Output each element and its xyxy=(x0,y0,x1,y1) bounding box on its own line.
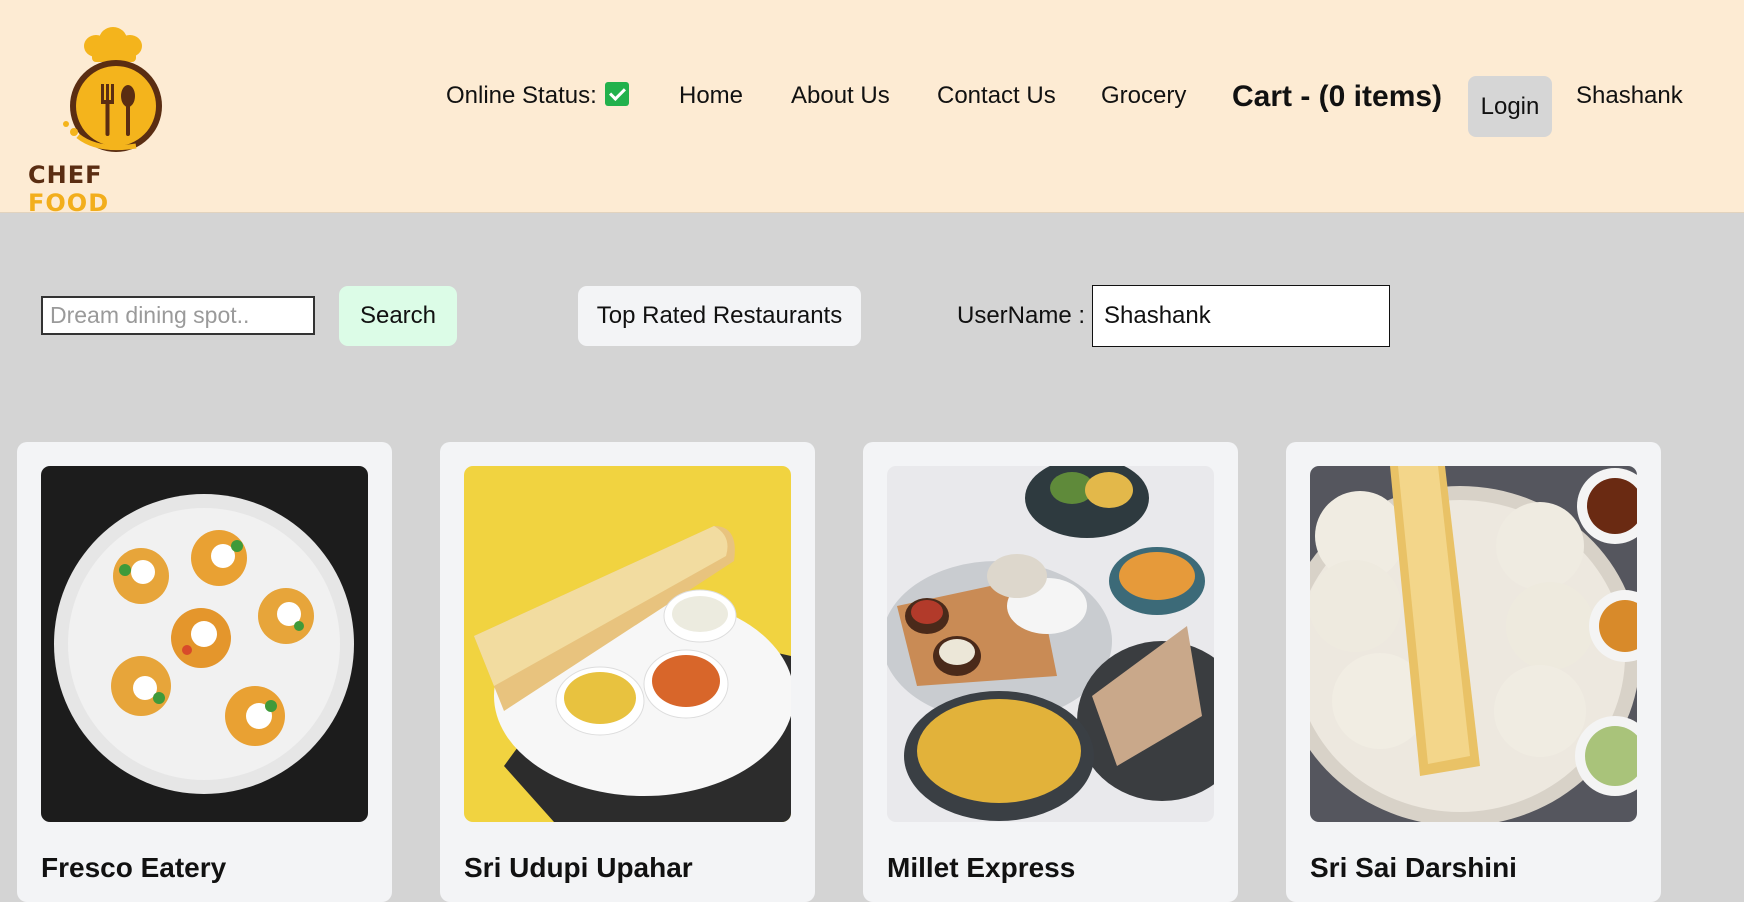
brand-word-2: FOOD xyxy=(28,189,110,217)
restaurant-image xyxy=(1310,466,1637,822)
nav-grocery-link[interactable]: Grocery xyxy=(1101,82,1186,110)
top-rated-restaurants-button[interactable]: Top Rated Restaurants xyxy=(578,286,861,346)
brand-word-1: CHEF xyxy=(28,161,103,189)
restaurant-image xyxy=(887,466,1214,822)
restaurant-name: Sri Udupi Upahar xyxy=(464,852,693,883)
restaurant-card[interactable]: Millet Express xyxy=(863,442,1238,902)
restaurant-card[interactable]: Sri Sai Darshini xyxy=(1286,442,1661,902)
restaurant-name: Sri Sai Darshini xyxy=(1310,852,1517,883)
chef-food-logo-icon xyxy=(63,27,162,152)
online-status: Online Status: xyxy=(446,82,629,110)
brand-logo[interactable]: CHEF FOOD xyxy=(26,24,186,217)
nav-about-link[interactable]: About Us xyxy=(791,82,890,110)
restaurant-image xyxy=(464,466,791,822)
online-status-label: Online Status: xyxy=(446,82,597,109)
checkbox-checked-icon xyxy=(604,82,629,106)
search-button[interactable]: Search xyxy=(339,286,457,346)
username-input[interactable] xyxy=(1092,285,1390,347)
restaurant-card[interactable]: Fresco Eatery xyxy=(17,442,392,902)
nav-home-link[interactable]: Home xyxy=(679,82,743,110)
restaurant-name: Millet Express xyxy=(887,852,1076,883)
nav-contact-link[interactable]: Contact Us xyxy=(937,82,1056,110)
brand-wordmark: CHEF FOOD xyxy=(28,161,186,217)
login-button[interactable]: Login xyxy=(1468,76,1552,137)
cart-link[interactable]: Cart - (0 items) xyxy=(1232,80,1442,114)
restaurant-card[interactable]: Sri Udupi Upahar xyxy=(440,442,815,902)
site-header: CHEF FOOD Online Status: Home About Us C… xyxy=(0,0,1744,217)
current-user-name: Shashank xyxy=(1576,82,1683,109)
username-label: UserName : xyxy=(957,302,1086,329)
restaurant-image xyxy=(41,466,368,822)
search-input[interactable] xyxy=(41,296,315,335)
restaurant-name: Fresco Eatery xyxy=(41,852,227,883)
